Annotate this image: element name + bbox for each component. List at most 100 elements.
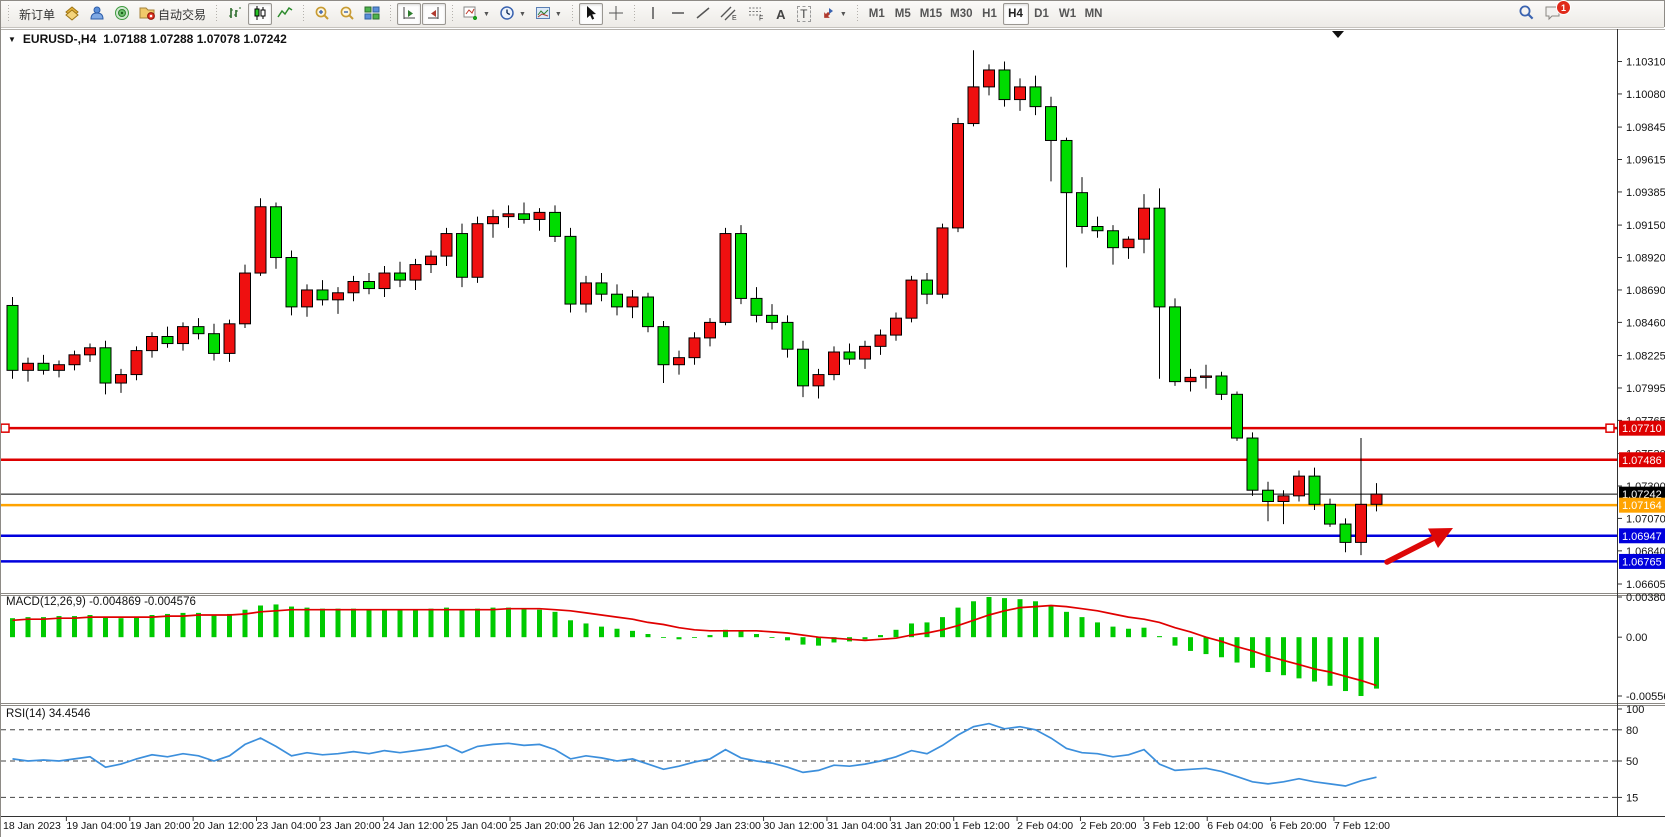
collapse-triangle-icon[interactable]: ▼ (8, 35, 16, 44)
macd-bar (196, 613, 201, 637)
line-handle[interactable] (1606, 424, 1614, 432)
timeframe-button-m5[interactable]: M5 (890, 3, 916, 25)
auto-scroll-button[interactable] (397, 3, 421, 25)
macd-bar (1188, 637, 1193, 651)
svg-text:29 Jan 23:00: 29 Jan 23:00 (700, 820, 761, 832)
line-handle[interactable] (1, 424, 9, 432)
equidistant-channel-button[interactable]: E (716, 3, 742, 25)
candle-body (38, 363, 49, 370)
symbol-period-label: EURUSD-,H4 (23, 32, 96, 46)
add-indicator-button[interactable]: ▼ (459, 3, 494, 25)
candle-body (844, 352, 855, 359)
svg-text:1.09385: 1.09385 (1626, 187, 1665, 199)
timeframe-button-m30[interactable]: M30 (946, 3, 976, 25)
periods-button[interactable]: ▼ (495, 3, 530, 25)
candle-body (519, 214, 530, 220)
price-tag-label: 1.07486 (1622, 455, 1662, 467)
timeframe-button-m15[interactable]: M15 (916, 3, 946, 25)
tile-windows-button[interactable] (360, 3, 384, 25)
candle-body (643, 297, 654, 327)
svg-text:6 Feb 20:00: 6 Feb 20:00 (1271, 820, 1327, 832)
search-button[interactable] (1514, 3, 1539, 25)
timeframe-button-mn[interactable]: MN (1081, 3, 1107, 25)
svg-text:1.09845: 1.09845 (1626, 122, 1665, 134)
macd-bar (367, 610, 372, 637)
arrows-button[interactable]: ▼ (816, 3, 851, 25)
timeframe-button-d1[interactable]: D1 (1029, 3, 1055, 25)
macd-bar (227, 614, 232, 637)
template-button[interactable]: ▼ (531, 3, 566, 25)
zoom-in-button[interactable] (310, 3, 334, 25)
chart-shift-button[interactable] (422, 3, 446, 25)
fibonacci-icon: F (747, 5, 765, 24)
candle-body (503, 214, 514, 217)
candlestick-chart-button[interactable] (248, 3, 272, 25)
timeframe-button-h1[interactable]: H1 (977, 3, 1003, 25)
macd-bar (1064, 612, 1069, 637)
timeframe-button-h4[interactable]: H4 (1003, 3, 1029, 25)
svg-text:23 Jan 20:00: 23 Jan 20:00 (320, 820, 381, 832)
crosshair-button[interactable] (604, 3, 628, 25)
arrows-icon (820, 5, 836, 24)
candle-body (364, 282, 375, 289)
candle-body (224, 324, 235, 354)
new-order-button[interactable]: 新订单 (15, 3, 59, 25)
chevron-down-icon: ▼ (840, 11, 847, 18)
cursor-button[interactable] (579, 3, 603, 25)
svg-text:E: E (732, 15, 737, 21)
svg-text:20 Jan 12:00: 20 Jan 12:00 (193, 820, 254, 832)
candle-body (581, 283, 592, 304)
chart-shift-icon (426, 5, 442, 24)
candle-body (984, 70, 995, 87)
svg-text:19 Jan 04:00: 19 Jan 04:00 (66, 820, 127, 832)
news-button[interactable] (110, 3, 134, 25)
history-button[interactable] (60, 3, 84, 25)
chart-canvas[interactable]: 1.103101.100801.098451.096151.093851.091… (1, 1, 1665, 837)
fibonacci-button[interactable]: F (743, 3, 769, 25)
line-chart-button[interactable] (273, 3, 297, 25)
candle-body (1309, 476, 1320, 504)
candle-body (999, 70, 1010, 100)
notification-badge: 1 (1556, 0, 1571, 15)
macd-bar (894, 630, 899, 637)
zoom-out-button[interactable] (335, 3, 359, 25)
timeframe-button-w1[interactable]: W1 (1055, 3, 1081, 25)
macd-bar (770, 637, 775, 638)
history-icon (64, 5, 80, 24)
macd-bar (351, 609, 356, 638)
svg-text:3 Feb 12:00: 3 Feb 12:00 (1144, 820, 1200, 832)
macd-bar (537, 610, 542, 637)
price-tag-label: 1.06947 (1622, 531, 1662, 543)
candle-body (689, 338, 700, 358)
candle-body (1232, 394, 1243, 438)
svg-text:1.08225: 1.08225 (1626, 351, 1665, 363)
text-label-button[interactable]: T (793, 3, 815, 25)
vertical-line-icon (645, 5, 661, 24)
candle-body (333, 293, 344, 300)
candle-body (302, 290, 313, 307)
macd-bar (413, 610, 418, 637)
macd-bar (1235, 637, 1240, 662)
macd-bar (630, 631, 635, 637)
candle-body (1371, 494, 1382, 504)
vertical-line-button[interactable] (641, 3, 665, 25)
candle-body (720, 234, 731, 323)
chat-button[interactable]: 1 (1540, 3, 1566, 25)
svg-text:2 Feb 20:00: 2 Feb 20:00 (1080, 820, 1136, 832)
candle-body (286, 258, 297, 307)
candle-body (658, 327, 669, 365)
macd-bar (940, 617, 945, 637)
toolbar-grip[interactable] (6, 5, 11, 23)
timeframe-button-m1[interactable]: M1 (864, 3, 890, 25)
svg-text:26 Jan 12:00: 26 Jan 12:00 (573, 820, 634, 832)
bar-chart-button[interactable] (223, 3, 247, 25)
periods-clock-icon (499, 5, 515, 24)
text-button[interactable]: A (770, 3, 792, 25)
price-tag-label: 1.06765 (1622, 556, 1662, 568)
macd-bar (599, 627, 604, 638)
candle-body (395, 273, 406, 280)
trendline-button[interactable] (691, 3, 715, 25)
community-button[interactable] (85, 3, 109, 25)
auto-trading-button[interactable]: 自动交易 (135, 3, 210, 25)
horizontal-line-button[interactable] (666, 3, 690, 25)
